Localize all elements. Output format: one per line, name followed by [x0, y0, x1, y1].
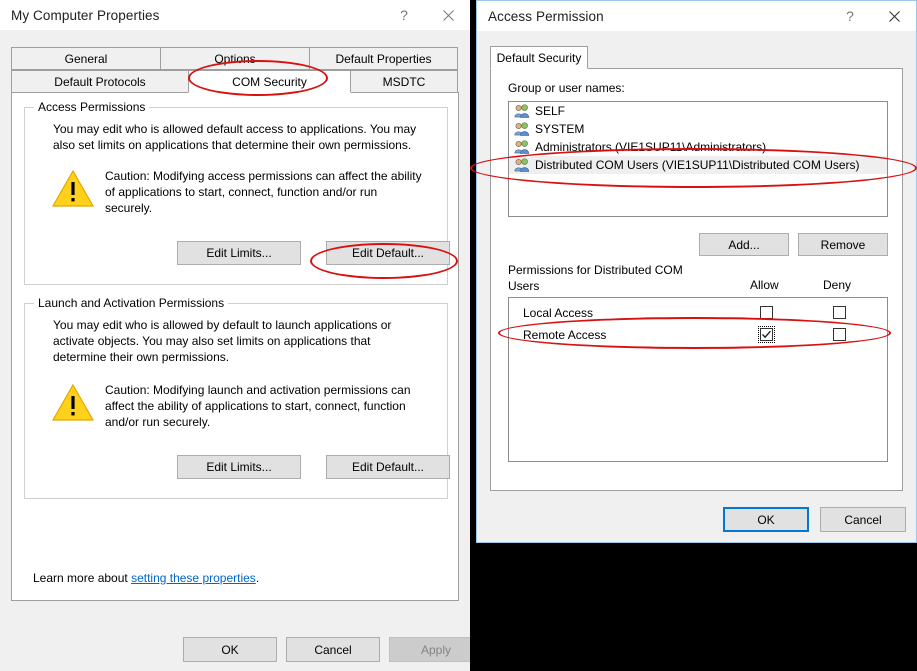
launch-permissions-caution-line2: affect the ability of applications to st… — [105, 399, 406, 413]
remote-access-deny-checkbox[interactable] — [833, 328, 846, 341]
allow-column-header: Allow — [750, 278, 779, 292]
access-permissions-caution-line2: of applications to start, connect, funct… — [105, 185, 378, 199]
left-tabstrip: General Options Default Properties Defau… — [11, 47, 459, 93]
access-permission-dialog: Access Permission ? Default Security Gro… — [476, 0, 917, 543]
help-icon[interactable]: ? — [382, 0, 426, 30]
learn-more-prefix: Learn more about — [33, 571, 132, 585]
launch-edit-default-button[interactable]: Edit Default... — [326, 455, 450, 479]
tab-msdtc[interactable]: MSDTC — [350, 70, 458, 93]
right-dialog-titlebar: Access Permission ? — [477, 1, 916, 31]
tab-default-protocols[interactable]: Default Protocols — [11, 70, 189, 93]
users-group-icon — [514, 139, 530, 155]
access-edit-limits-button[interactable]: Edit Limits... — [177, 241, 301, 265]
right-cancel-button[interactable]: Cancel — [820, 507, 906, 532]
tab-default-security[interactable]: Default Security — [490, 46, 588, 69]
help-icon[interactable]: ? — [828, 1, 872, 31]
tab-row-1: General Options Default Properties — [11, 47, 459, 70]
left-ok-button[interactable]: OK — [183, 637, 277, 662]
list-item[interactable]: Distributed COM Users (VIE1SUP11\Distrib… — [509, 156, 887, 174]
launch-edit-limits-button[interactable]: Edit Limits... — [177, 455, 301, 479]
left-dialog-title: My Computer Properties — [11, 7, 160, 23]
my-computer-properties-dialog: My Computer Properties ? General Options… — [0, 0, 483, 671]
access-permissions-caution-line1: Caution: Modifying access permissions ca… — [105, 169, 422, 183]
launch-permissions-description-line1: You may edit who is allowed by default t… — [53, 318, 392, 332]
right-titlebar-buttons: ? — [828, 1, 916, 31]
left-apply-button: Apply — [389, 637, 483, 662]
list-item-label: SYSTEM — [535, 122, 585, 136]
right-tabstrip: Default Security — [490, 46, 903, 69]
permissions-grid: Local Access Remote Access — [508, 297, 888, 462]
list-item[interactable]: SELF — [509, 102, 887, 120]
group-or-user-names-label: Group or user names: — [508, 81, 625, 95]
access-permissions-groupbox: Access Permissions You may edit who is a… — [24, 100, 450, 285]
close-icon[interactable] — [872, 1, 916, 31]
learn-more-text: Learn more about setting these propertie… — [33, 570, 259, 586]
list-item-label: Distributed COM Users (VIE1SUP11\Distrib… — [535, 158, 860, 172]
permissions-for-label-line2: Users — [508, 279, 540, 293]
tab-general[interactable]: General — [11, 47, 161, 70]
launch-activation-permissions-groupbox: Launch and Activation Permissions You ma… — [24, 296, 450, 499]
launch-permissions-caution-line3: and/or run securely. — [105, 415, 211, 429]
tab-default-properties[interactable]: Default Properties — [309, 47, 458, 70]
list-item[interactable]: SYSTEM — [509, 120, 887, 138]
deny-column-header: Deny — [823, 278, 852, 292]
left-cancel-button[interactable]: Cancel — [286, 637, 380, 662]
right-dialog-title: Access Permission — [488, 8, 604, 24]
tab-com-security[interactable]: COM Security — [188, 70, 351, 93]
launch-permissions-legend: Launch and Activation Permissions — [34, 296, 229, 310]
remove-button[interactable]: Remove — [798, 233, 888, 256]
table-row[interactable]: Remote Access — [509, 324, 887, 346]
table-row[interactable]: Local Access — [509, 302, 887, 324]
access-permissions-description-line1: You may edit who is allowed default acce… — [53, 122, 417, 136]
users-group-icon — [514, 157, 530, 173]
tab-row-2: Default Protocols COM Security MSDTC — [11, 70, 459, 93]
warning-icon — [51, 383, 95, 424]
launch-permissions-description-line3: determine their own permissions. — [53, 350, 230, 364]
permissions-for-label-line1: Permissions for Distributed COM — [508, 263, 683, 277]
users-group-icon — [514, 121, 530, 137]
launch-permissions-description-line2: activate objects. You may also set limit… — [53, 334, 371, 348]
access-edit-default-button[interactable]: Edit Default... — [326, 241, 450, 265]
access-permissions-caution-line3: securely. — [105, 201, 153, 215]
users-group-icon — [514, 103, 530, 119]
group-or-user-names-listbox[interactable]: SELF SYSTEM Administrators (VIE1SUP11\Ad… — [508, 101, 888, 217]
tab-options[interactable]: Options — [160, 47, 310, 70]
local-access-allow-checkbox[interactable] — [760, 306, 773, 319]
learn-more-suffix: . — [255, 571, 260, 585]
setting-these-properties-link[interactable]: setting these properties — [131, 571, 256, 585]
list-item-label: SELF — [535, 104, 566, 118]
left-dialog-titlebar: My Computer Properties ? — [0, 0, 470, 30]
access-permissions-legend: Access Permissions — [34, 100, 150, 114]
com-security-tab-panel: Access Permissions You may edit who is a… — [11, 92, 459, 601]
permission-name: Remote Access — [523, 328, 607, 342]
access-permissions-description-line2: also set limits on applications that det… — [53, 138, 412, 152]
tab-row: Default Security — [490, 46, 903, 69]
permission-name: Local Access — [523, 306, 594, 320]
left-titlebar-buttons: ? — [382, 0, 470, 30]
right-ok-button[interactable]: OK — [723, 507, 809, 532]
local-access-deny-checkbox[interactable] — [833, 306, 846, 319]
remote-access-allow-checkbox[interactable] — [758, 326, 775, 343]
list-item-label: Administrators (VIE1SUP11\Administrators… — [535, 140, 767, 154]
launch-permissions-caution-line1: Caution: Modifying launch and activation… — [105, 383, 411, 397]
list-item[interactable]: Administrators (VIE1SUP11\Administrators… — [509, 138, 887, 156]
warning-icon — [51, 169, 95, 210]
default-security-tab-panel: Group or user names: SELF SYSTEM Adminis… — [490, 68, 903, 491]
add-button[interactable]: Add... — [699, 233, 789, 256]
close-icon[interactable] — [426, 0, 470, 30]
